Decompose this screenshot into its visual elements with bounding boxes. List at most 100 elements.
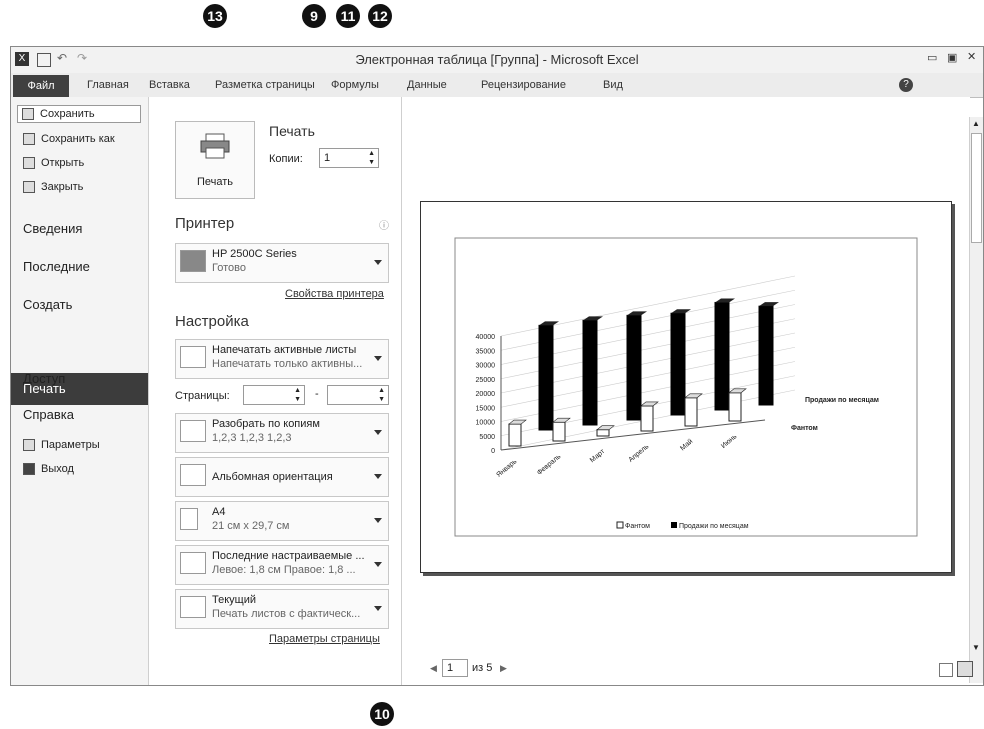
tab-review[interactable]: Рецензирование (481, 79, 566, 91)
bar-fantom-top (552, 417, 571, 423)
nav-close[interactable]: Закрыть (23, 181, 83, 193)
chart-area-border (454, 237, 918, 537)
y-tick-label: 30000 (476, 363, 496, 370)
nav-open-label: Открыть (41, 157, 85, 169)
page-setup-link[interactable]: Параметры страницы (269, 633, 380, 645)
chevron-down-icon (374, 606, 382, 611)
page-prev-icon[interactable]: ◀ (430, 663, 437, 674)
scaling-main: Текущий (212, 594, 256, 606)
tab-view[interactable]: Вид (603, 79, 623, 91)
bar-fantom-top (596, 425, 615, 431)
nav-help[interactable]: Справка (23, 407, 74, 422)
orientation-main: Альбомная ориентация (212, 471, 333, 483)
folder-close-icon (23, 181, 35, 193)
nav-open[interactable]: Открыть (23, 157, 84, 169)
margins-icon (180, 552, 206, 574)
chart-svg: 40000 35000 30000 25000 20000 15000 10000 5000 0… (454, 237, 918, 537)
printer-status: Готово (212, 262, 246, 274)
tab-data[interactable]: Данные (407, 79, 447, 91)
bar-fantom (684, 397, 698, 427)
settings-heading: Настройка (175, 313, 249, 330)
collate-sub: 1,2,3 1,2,3 1,2,3 (212, 432, 292, 444)
printer-device-icon (180, 250, 206, 272)
legend-label-prodazhi: Продажи по месяцам (679, 523, 749, 530)
pages-from-spin-icon: ▲ ▼ (294, 387, 301, 403)
nav-share[interactable]: Доступ (23, 371, 65, 386)
pages-to-spin-icon: ▲ ▼ (378, 387, 385, 403)
pages-to-stepper[interactable]: ▲ ▼ (327, 385, 389, 405)
scroll-thumb[interactable] (971, 133, 982, 243)
help-icon[interactable]: ? (899, 78, 913, 92)
close-icon[interactable]: ✕ (967, 50, 976, 63)
nav-info[interactable]: Сведения (23, 221, 82, 236)
page-number-input[interactable]: 1 (442, 659, 468, 677)
copies-value: 1 (324, 152, 331, 164)
nav-recent[interactable]: Последние (23, 259, 90, 274)
printer-dropdown[interactable]: HP 2500C Series Готово (175, 243, 389, 283)
zoom-page-icon[interactable] (957, 661, 973, 677)
nav-options[interactable]: Параметры (23, 439, 100, 451)
printer-heading: Принтер (175, 215, 235, 232)
bar-prodazhi-top (759, 302, 779, 307)
options-icon (23, 439, 35, 451)
pages-dash: - (315, 388, 319, 400)
show-margins-icon[interactable] (939, 663, 953, 677)
tab-page-layout[interactable]: Разметка страницы (215, 79, 315, 91)
print-what-dropdown[interactable]: Напечатать активные листы Напечатать тол… (175, 339, 389, 379)
preview-scrollbar[interactable]: ▲ ▼ (969, 117, 983, 683)
orientation-dropdown[interactable]: Альбомная ориентация (175, 457, 389, 497)
paper-size-sub: 21 см x 29,7 см (212, 520, 290, 532)
title-bar: X ↶ ↷ Электронная таблица [Группа] - Mic… (11, 47, 983, 74)
nav-options-label: Параметры (41, 439, 100, 451)
collate-main: Разобрать по копиям (212, 418, 320, 430)
minimize-icon[interactable]: ▭ (927, 51, 937, 64)
tab-insert[interactable]: Вставка (149, 79, 190, 91)
nav-exit[interactable]: Выход (23, 463, 74, 475)
paper-size-dropdown[interactable]: A4 21 см x 29,7 см (175, 501, 389, 541)
nav-save-as[interactable]: Сохранить как (23, 133, 115, 145)
nav-save[interactable]: Сохранить (17, 105, 141, 123)
bar-prodazhi (670, 312, 686, 416)
bar-prodazhi (582, 319, 598, 426)
tab-home[interactable]: Главная (87, 79, 129, 91)
collate-dropdown[interactable]: Разобрать по копиям 1,2,3 1,2,3 1,2,3 (175, 413, 389, 453)
maximize-icon[interactable]: ▣ (947, 51, 957, 64)
window-title: Электронная таблица [Группа] - Microsoft… (355, 52, 639, 67)
page-next-icon[interactable]: ▶ (500, 663, 507, 674)
sheets-icon (180, 346, 206, 368)
scroll-down-icon[interactable]: ▼ (972, 643, 980, 652)
margins-main: Последние настраиваемые ... (212, 550, 365, 562)
paper-icon (180, 508, 198, 530)
printer-info-icon[interactable]: ⓘ (379, 217, 389, 232)
chevron-down-icon (374, 260, 382, 265)
pages-from-stepper[interactable]: ▲ ▼ (243, 385, 305, 405)
folder-open-icon (23, 157, 35, 169)
copies-stepper[interactable]: 1 ▲ ▼ (319, 148, 379, 168)
margins-dropdown[interactable]: Последние настраиваемые ... Левое: 1,8 с… (175, 545, 389, 585)
printer-icon (200, 133, 230, 159)
print-what-main: Напечатать активные листы (212, 344, 357, 356)
print-button-label: Печать (196, 176, 234, 188)
bar-prodazhi (538, 324, 554, 431)
chevron-down-icon (374, 518, 382, 523)
pages-label: Страницы: (175, 390, 230, 402)
bar-fantom (596, 429, 610, 437)
bar-fantom-top (508, 419, 527, 425)
backstage-nav: Сохранить Сохранить как Открыть Закрыть … (11, 97, 149, 685)
tab-file[interactable]: Файл (13, 75, 69, 97)
bar-fantom (640, 405, 654, 432)
callout-13: 13 (203, 4, 227, 28)
nav-new[interactable]: Создать (23, 297, 72, 312)
scroll-up-icon[interactable]: ▲ (972, 119, 980, 128)
x-tick-label: Апрель (628, 443, 651, 464)
printer-properties-link[interactable]: Свойства принтера (285, 288, 384, 300)
y-tick-label: 15000 (476, 405, 496, 412)
tab-formulas[interactable]: Формулы (331, 79, 379, 91)
print-button[interactable]: Печать (175, 121, 255, 199)
chevron-down-icon (374, 356, 382, 361)
scaling-dropdown[interactable]: Текущий Печать листов с фактическ... (175, 589, 389, 629)
save-icon (22, 108, 34, 120)
bar-prodazhi-top (715, 298, 735, 303)
save-as-icon (23, 133, 35, 145)
bar-fantom-top (640, 401, 659, 407)
